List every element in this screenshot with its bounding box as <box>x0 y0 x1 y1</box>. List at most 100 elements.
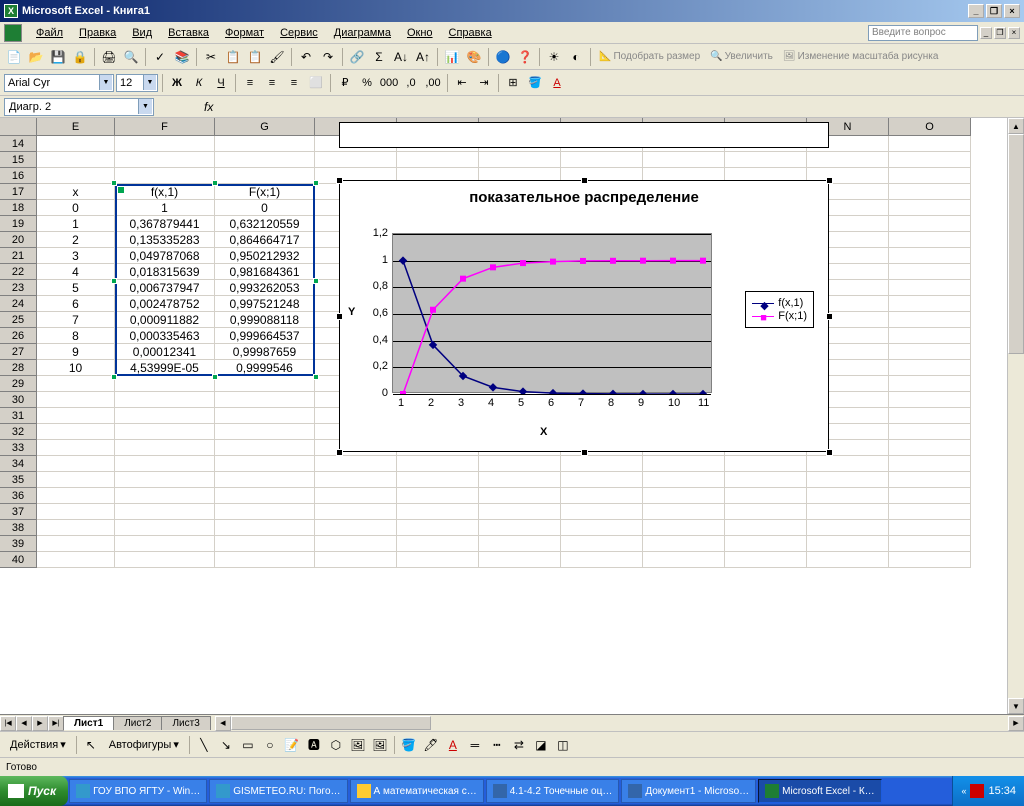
percent-icon[interactable]: % <box>357 73 377 93</box>
chart-wizard-icon[interactable]: 📊 <box>442 47 462 67</box>
open-icon[interactable]: 📂 <box>26 47 46 67</box>
arrow-style-icon[interactable]: ⇄ <box>509 735 529 755</box>
cell[interactable] <box>479 504 561 520</box>
cell[interactable]: 1 <box>115 200 215 216</box>
picture-icon[interactable]: 🖼 <box>370 735 390 755</box>
cell[interactable] <box>37 504 115 520</box>
actions-menu[interactable]: Действия ▾ <box>4 736 72 753</box>
cell[interactable] <box>37 392 115 408</box>
row-header[interactable]: 21 <box>0 248 37 264</box>
cell[interactable] <box>479 536 561 552</box>
cell[interactable] <box>643 456 725 472</box>
align-center-icon[interactable]: ≡ <box>262 73 282 93</box>
cell[interactable] <box>479 520 561 536</box>
cell[interactable] <box>561 152 643 168</box>
hscroll-left-icon[interactable]: ◀ <box>215 716 231 731</box>
row-header[interactable]: 30 <box>0 392 37 408</box>
cell[interactable] <box>215 472 315 488</box>
cell[interactable] <box>561 488 643 504</box>
clipart-icon[interactable]: 🖼 <box>348 735 368 755</box>
cell[interactable]: 2 <box>37 232 115 248</box>
cell[interactable] <box>643 536 725 552</box>
row-header[interactable]: 37 <box>0 504 37 520</box>
align-right-icon[interactable]: ≡ <box>284 73 304 93</box>
cell[interactable]: 1 <box>37 216 115 232</box>
new-icon[interactable]: 📄 <box>4 47 24 67</box>
cell[interactable] <box>561 536 643 552</box>
cell[interactable] <box>37 376 115 392</box>
tab-nav-first[interactable]: |◀ <box>0 716 16 731</box>
cell[interactable] <box>643 552 725 568</box>
menu-edit[interactable]: Правка <box>71 25 124 41</box>
underline-icon[interactable]: Ч <box>211 73 231 93</box>
font-combo[interactable]: Arial Cyr▼ <box>4 74 114 92</box>
cell[interactable] <box>115 456 215 472</box>
doc-restore[interactable]: ❐ <box>994 27 1006 39</box>
cell[interactable] <box>725 152 807 168</box>
selection-handle[interactable] <box>212 180 218 186</box>
cell[interactable] <box>397 536 479 552</box>
rectangle-icon[interactable]: ▭ <box>238 735 258 755</box>
cell[interactable] <box>37 472 115 488</box>
redo-icon[interactable]: ↷ <box>318 47 338 67</box>
cell[interactable] <box>37 520 115 536</box>
horizontal-scrollbar[interactable]: ◀ ▶ <box>215 716 1024 731</box>
cell[interactable] <box>115 552 215 568</box>
chart-handle[interactable] <box>581 449 588 456</box>
help-icon[interactable]: ❓ <box>515 47 535 67</box>
help-search-input[interactable]: Введите вопрос <box>868 25 978 41</box>
cell[interactable] <box>889 376 971 392</box>
cell[interactable] <box>115 472 215 488</box>
research-icon[interactable]: 📚 <box>172 47 192 67</box>
cell[interactable] <box>643 152 725 168</box>
row-header[interactable]: 22 <box>0 264 37 280</box>
cell[interactable] <box>725 456 807 472</box>
chart-handle[interactable] <box>336 449 343 456</box>
row-header[interactable]: 33 <box>0 440 37 456</box>
cell[interactable]: 0,135335283 <box>115 232 215 248</box>
cell[interactable] <box>115 136 215 152</box>
cell[interactable] <box>889 456 971 472</box>
cell[interactable] <box>889 328 971 344</box>
column-header[interactable]: O <box>889 118 971 136</box>
cell[interactable]: 4,53999E-05 <box>115 360 215 376</box>
cell[interactable] <box>889 216 971 232</box>
cell[interactable] <box>37 488 115 504</box>
row-header[interactable]: 32 <box>0 424 37 440</box>
chart-object[interactable]: показательное распределение Y X ◆f(x,1) … <box>339 180 829 452</box>
cell[interactable] <box>643 504 725 520</box>
cell[interactable] <box>889 552 971 568</box>
cell[interactable] <box>397 456 479 472</box>
cell[interactable] <box>889 392 971 408</box>
sheet-tab-2[interactable]: Лист2 <box>113 716 162 730</box>
selection-handle[interactable] <box>212 374 218 380</box>
save-icon[interactable]: 💾 <box>48 47 68 67</box>
cell[interactable]: x <box>37 184 115 200</box>
cell[interactable]: 0,999088118 <box>215 312 315 328</box>
taskbar-item-active[interactable]: Microsoft Excel - К… <box>758 779 882 803</box>
cell[interactable] <box>725 536 807 552</box>
pic-contrast-icon[interactable]: ◐ <box>566 47 586 67</box>
cell[interactable] <box>215 408 315 424</box>
menu-chart[interactable]: Диаграмма <box>326 25 399 41</box>
menu-tools[interactable]: Сервис <box>272 25 326 41</box>
fill-color-icon[interactable]: 🪣 <box>525 73 545 93</box>
dec-decimal-icon[interactable]: ,00 <box>423 73 443 93</box>
size-combo[interactable]: 12▼ <box>116 74 158 92</box>
cell[interactable] <box>889 360 971 376</box>
cell[interactable] <box>725 552 807 568</box>
minimize-button[interactable]: _ <box>968 4 984 18</box>
cell[interactable]: 0,99987659 <box>215 344 315 360</box>
row-header[interactable]: 28 <box>0 360 37 376</box>
cell[interactable] <box>37 408 115 424</box>
column-header[interactable]: G <box>215 118 315 136</box>
selection-handle[interactable] <box>111 180 117 186</box>
sheet-tab-1[interactable]: Лист1 <box>63 716 114 730</box>
chart-handle[interactable] <box>826 177 833 184</box>
selection-handle[interactable] <box>111 278 117 284</box>
cell[interactable] <box>889 136 971 152</box>
chart-handle[interactable] <box>336 313 343 320</box>
chart-handle[interactable] <box>826 449 833 456</box>
cell[interactable] <box>215 152 315 168</box>
cell[interactable] <box>37 552 115 568</box>
